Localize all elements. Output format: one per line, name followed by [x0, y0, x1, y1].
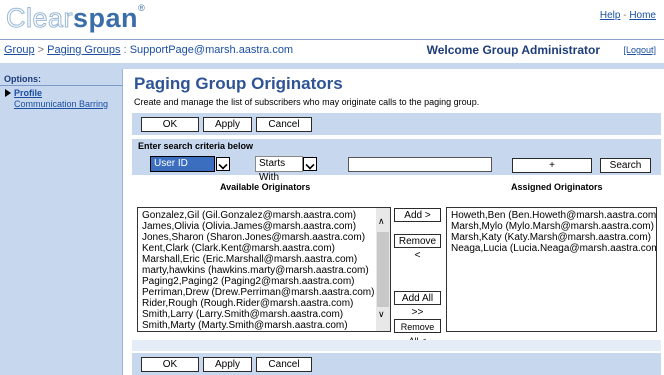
scroll-up-arrow-icon[interactable]: ∧ [378, 217, 385, 226]
list-item[interactable]: Smith,Larry (Larry.Smith@marsh.aastra.co… [138, 309, 390, 320]
welcome-text: Welcome Group Administrator [426, 43, 600, 57]
sidebar-item-profile[interactable]: Profile [14, 88, 42, 98]
remove-all-button[interactable]: Remove All < [394, 319, 441, 346]
list-item[interactable]: Smith,Marty (Marty.Smith@marsh.aastra.co… [138, 320, 390, 331]
cancel-button-bottom[interactable]: Cancel [256, 357, 312, 372]
list-item[interactable]: Marsh,Mylo (Mylo.Marsh@marsh.aastra.com) [447, 221, 656, 232]
apply-button-top[interactable]: Apply [203, 117, 252, 132]
logo-trademark: ® [138, 3, 146, 13]
apply-button-bottom[interactable]: Apply [203, 357, 252, 372]
add-all-button[interactable]: Add All >> [394, 291, 441, 318]
search-input[interactable] [348, 157, 492, 172]
header-link-separator: - [620, 10, 630, 21]
remove-button[interactable]: Remove < [394, 234, 441, 261]
breadcrumb-current: SupportPage@marsh.aastra.com [129, 44, 294, 56]
current-item-arrow-icon [5, 89, 11, 97]
list-item[interactable]: Kent,Clark (Clark.Kent@marsh.aastra.com) [138, 243, 390, 254]
add-button[interactable]: Add > [394, 208, 441, 222]
add-criteria-button[interactable]: + [512, 158, 592, 173]
list-item[interactable]: Gonzalez,Gil (Gil.Gonzalez@marsh.aastra.… [138, 210, 390, 221]
list-item[interactable]: Jones,Sharon (Sharon.Jones@marsh.aastra.… [138, 232, 390, 243]
search-mode-select[interactable]: Starts With [255, 156, 303, 183]
list-item[interactable]: Paging2,Paging2 (Paging2@marsh.aastra.co… [138, 276, 390, 287]
list-item[interactable]: Neaga,Lucia (Lucia.Neaga@marsh.aastra.co… [447, 243, 656, 254]
list-item[interactable]: James,Olivia (Olivia.James@marsh.aastra.… [138, 221, 390, 232]
scrollbar-thumb[interactable] [377, 232, 389, 307]
ok-button-bottom[interactable]: OK [141, 357, 199, 372]
logo-text-span: span [73, 3, 139, 33]
clearspan-logo: Clearspan® [5, 3, 146, 34]
list-item[interactable]: Marshall,Eric (Eric.Marshall@marsh.aastr… [138, 254, 390, 265]
breadcrumb-paging-groups[interactable]: Paging Groups [47, 44, 120, 56]
sidebar-divider [0, 85, 122, 86]
chevron-down-icon[interactable] [216, 157, 230, 171]
section-spacer [132, 340, 661, 351]
page-title: Paging Group Originators [134, 74, 343, 93]
logo-text-clear: Clear [5, 3, 74, 34]
assigned-originators-list[interactable]: Howeth,Ben (Ben.Howeth@marsh.aastra.com)… [446, 207, 657, 332]
available-originators-list[interactable]: Gonzalez,Gil (Gil.Gonzalez@marsh.aastra.… [137, 207, 391, 332]
list-item[interactable]: marty,hawkins (hawkins.marty@marsh.aastr… [138, 265, 390, 276]
assigned-originators-heading: Assigned Originators [511, 182, 603, 192]
available-originators-heading: Available Originators [220, 182, 311, 192]
list-item[interactable]: Howeth,Ben (Ben.Howeth@marsh.aastra.com) [447, 210, 656, 221]
header-links: Help - Home [600, 10, 656, 21]
sidebar [0, 69, 123, 375]
cancel-button-top[interactable]: Cancel [256, 117, 312, 132]
breadcrumb-separator: : [120, 44, 130, 56]
ok-button-top[interactable]: OK [141, 117, 199, 132]
breadcrumb: Group > Paging Groups : SupportPage@mars… [4, 44, 293, 56]
chevron-down-icon[interactable] [303, 157, 317, 171]
scroll-down-arrow-icon[interactable]: ∨ [378, 310, 385, 319]
breadcrumb-separator: > [34, 44, 48, 56]
page-description: Create and manage the list of subscriber… [134, 97, 480, 107]
search-button[interactable]: Search [600, 158, 651, 173]
list-item[interactable]: Perriman,Drew (Drew.Perriman@marsh.aastr… [138, 287, 390, 298]
list-item[interactable]: Rider,Rough (Rough.Rider@marsh.aastra.co… [138, 298, 390, 309]
sidebar-item-communication-barring[interactable]: Communication Barring [14, 99, 108, 109]
search-criteria-label: Enter search criteria below [138, 141, 254, 151]
search-field-select[interactable]: User ID [150, 156, 215, 172]
list-item[interactable]: Marsh,Katy (Katy.Marsh@marsh.aastra.com) [447, 232, 656, 243]
help-link[interactable]: Help [600, 10, 621, 21]
breadcrumb-group[interactable]: Group [4, 44, 35, 56]
home-link[interactable]: Home [629, 10, 656, 21]
sidebar-title: Options: [4, 74, 41, 84]
logout-link[interactable]: [Logout] [623, 45, 656, 55]
